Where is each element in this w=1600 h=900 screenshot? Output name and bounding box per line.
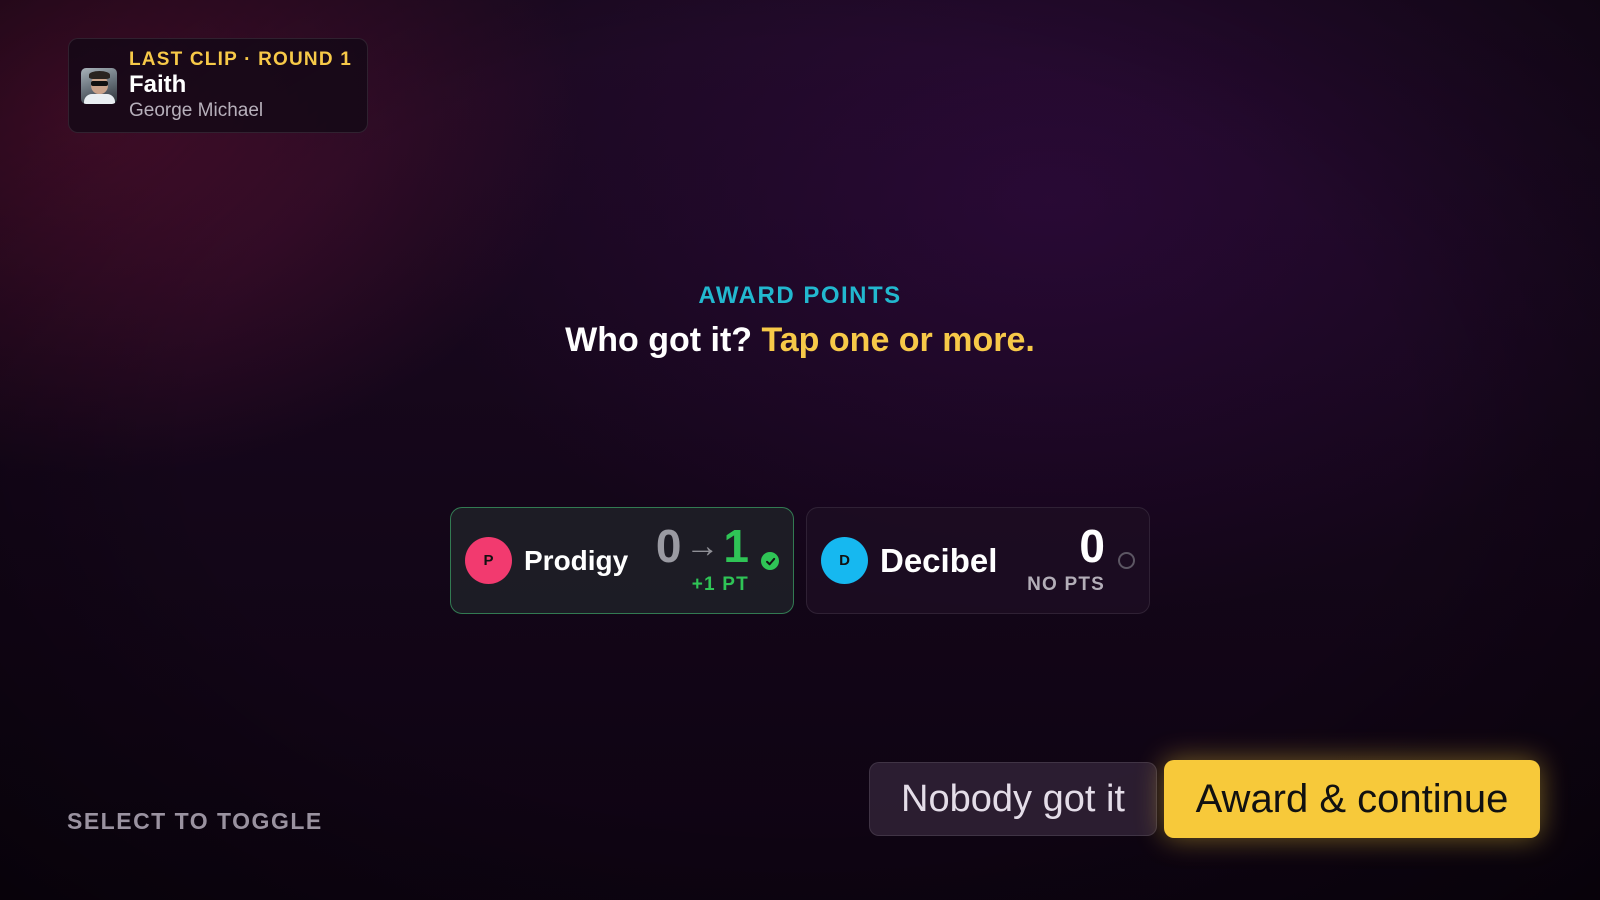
award-continue-button[interactable]: Award & continue (1164, 760, 1540, 838)
prompt-instruction: Tap one or more. (761, 321, 1035, 359)
score-after: 1 (723, 520, 749, 572)
prompt-text: Who got it? Tap one or more. (0, 320, 1600, 360)
last-clip-label: LAST CLIP · ROUND 1 (129, 48, 353, 70)
nobody-got-it-button[interactable]: Nobody got it (869, 762, 1157, 836)
player-card-prodigy[interactable]: P Prodigy 0 → 1 +1 PT (450, 507, 794, 614)
player-name: Decibel (880, 541, 998, 579)
last-clip-card: LAST CLIP · ROUND 1 Faith George Michael (68, 38, 368, 133)
avatar-initial: D (839, 552, 850, 569)
album-art-icon (81, 67, 117, 104)
last-clip-info: LAST CLIP · ROUND 1 Faith George Michael (129, 49, 352, 123)
arrow-right-icon: → (685, 526, 720, 565)
score-before: 0 (655, 520, 682, 572)
check-circle-icon (761, 552, 779, 570)
song-title: Faith (129, 70, 187, 98)
prompt-question: Who got it? (565, 321, 753, 359)
section-eyebrow: AWARD POINTS (698, 282, 902, 309)
score-value: 0 (1079, 520, 1105, 572)
award-heading: AWARD POINTS Who got it? Tap one or more… (0, 282, 1600, 360)
player-name: Prodigy (524, 544, 629, 576)
points-note: +1 PT (691, 574, 749, 595)
empty-circle-icon (1118, 552, 1135, 569)
song-artist: George Michael (129, 99, 264, 121)
player-list: P Prodigy 0 → 1 +1 PT D Decibel 0 NO PTS (450, 507, 1150, 614)
avatar: P (465, 537, 512, 584)
toggle-hint: SELECT TO TOGGLE (67, 808, 323, 834)
avatar: D (821, 537, 868, 584)
points-note: NO PTS (1027, 574, 1105, 595)
score-change: 0 → 1 +1 PT (656, 520, 749, 596)
player-card-decibel[interactable]: D Decibel 0 NO PTS (806, 507, 1150, 614)
score-display: 0 NO PTS (1027, 520, 1105, 596)
avatar-initial: P (483, 552, 494, 569)
